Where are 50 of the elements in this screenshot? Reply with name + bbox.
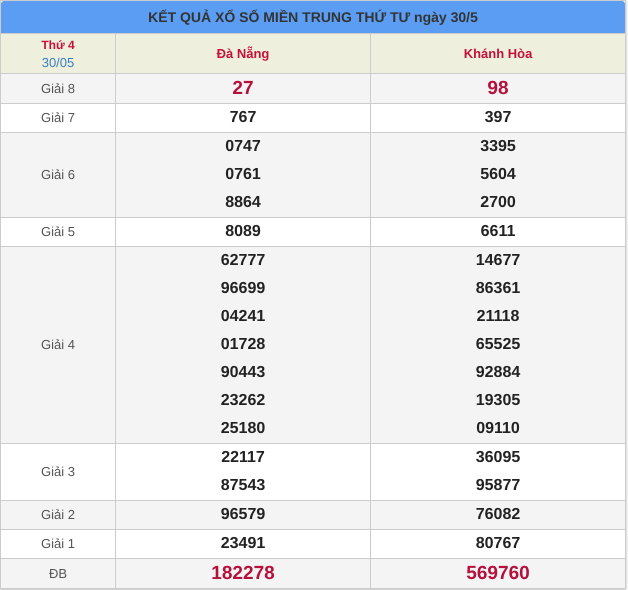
result-number: 397 [484, 108, 512, 128]
result-number: 09110 [476, 419, 520, 439]
result-number: 04241 [220, 307, 266, 327]
result-number: 14677 [476, 251, 520, 271]
result-number: 01728 [220, 335, 266, 355]
result-number: 5604 [480, 165, 516, 185]
result-number: 6611 [480, 222, 516, 242]
result-number: 8089 [225, 222, 261, 242]
result-number: 90443 [220, 363, 266, 383]
result-number: 65525 [476, 335, 520, 355]
prize-label: Giải 5 [41, 223, 75, 242]
date-label: 30/05 [42, 54, 74, 72]
result-number: 3395 [480, 137, 516, 157]
result-number: 92884 [476, 363, 520, 383]
result-number: 87543 [220, 476, 266, 496]
result-number: 36095 [476, 448, 520, 468]
prize-label: ĐB [48, 564, 68, 583]
province-header: Khánh Hòa [464, 44, 532, 63]
prize-label: Giải 8 [41, 80, 75, 98]
result-number: 80767 [476, 534, 520, 554]
result-number: 23491 [220, 534, 266, 554]
result-number: 23262 [220, 391, 266, 411]
prize-label: Giải 3 [41, 463, 75, 482]
result-number: 96579 [220, 505, 266, 525]
result-number: 27 [232, 77, 254, 101]
result-number: 96699 [220, 279, 266, 299]
result-number: 767 [230, 108, 256, 128]
table-title: KẾT QUẢ XỔ SỐ MIỀN TRUNG THỨ TƯ ngày 30/5 [1, 1, 625, 33]
prize-label: Giải 4 [41, 336, 75, 354]
result-number: 95877 [476, 476, 520, 496]
result-number: 182278 [211, 562, 275, 586]
result-number: 569760 [466, 562, 530, 586]
result-number: 0747 [225, 137, 261, 157]
result-number: 22117 [221, 448, 265, 468]
result-number: 25180 [220, 419, 266, 439]
result-number: 0761 [225, 165, 261, 185]
result-number: 8864 [225, 193, 261, 213]
prize-label: Giải 2 [41, 506, 75, 524]
result-number: 62777 [220, 251, 266, 271]
result-number: 19305 [476, 391, 520, 411]
prize-label: Giải 7 [41, 109, 75, 128]
result-number: 21118 [476, 307, 520, 327]
result-number: 76082 [476, 505, 520, 525]
result-number: 86361 [476, 279, 520, 299]
result-number: 2700 [480, 193, 516, 213]
prize-label: Giải 1 [41, 535, 75, 554]
weekday-label: Thứ 4 [41, 36, 75, 54]
prize-label: Giải 6 [41, 166, 75, 184]
province-header: Đà Nẵng [216, 44, 270, 63]
result-number: 98 [487, 77, 509, 101]
